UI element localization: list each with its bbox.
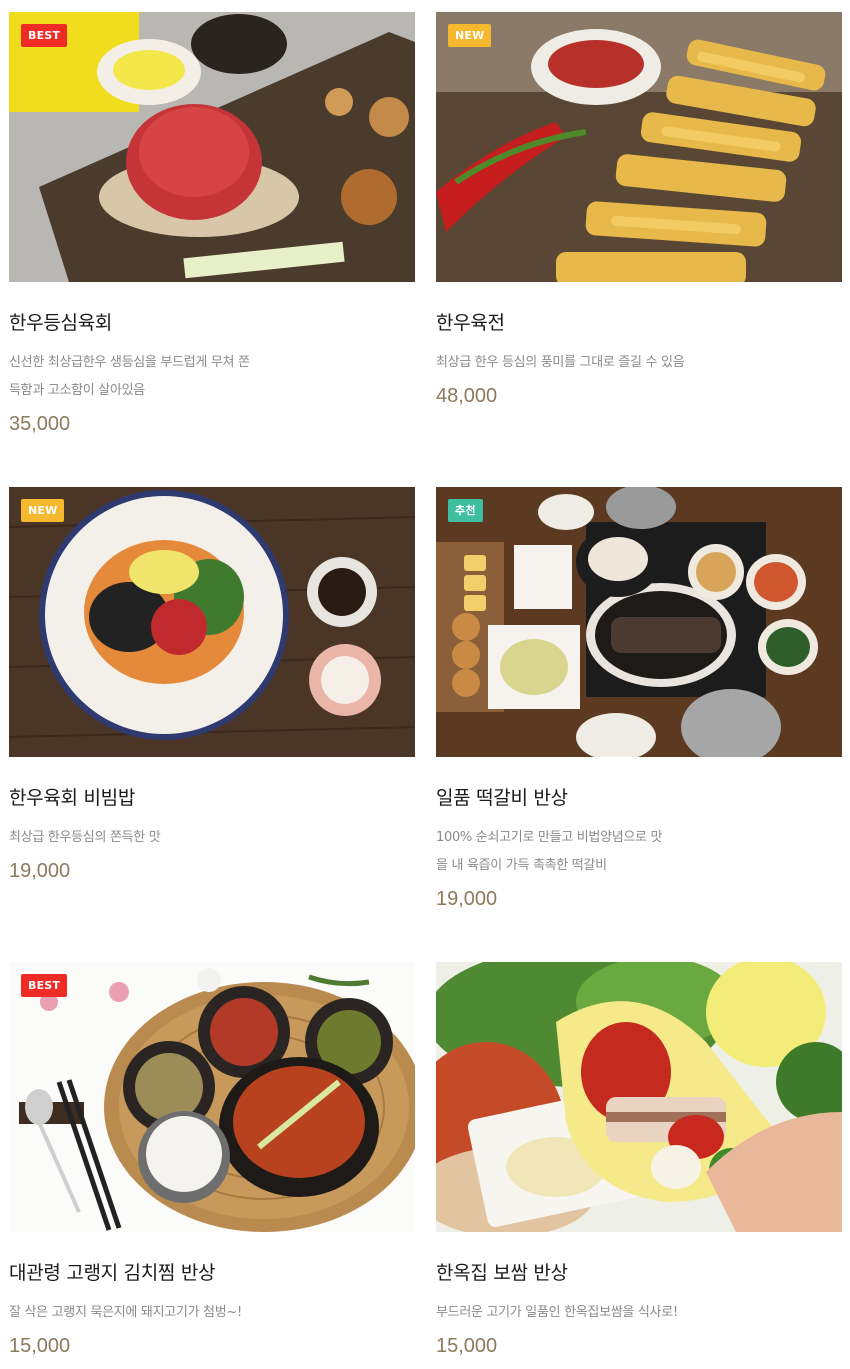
menu-description: 잘 삭은 고랭지 묵은지에 돼지고기가 첨벙~! — [9, 1299, 415, 1327]
yukjeon-food-image — [436, 12, 842, 282]
menu-photo[interactable]: NEW — [436, 12, 842, 282]
menu-description-line: 을 내 육즙이 가득 촉촉한 떡갈비 — [436, 858, 607, 873]
menu-title: 한옥집 보쌈 반상 — [436, 1262, 568, 1284]
menu-description-line: 최상급 한우 등심의 풍미를 그대로 즐길 수 있음 — [436, 355, 685, 370]
badge-new: NEW — [21, 499, 65, 522]
menu-description: 최상급 한우등심의 쫀득한 맛 — [9, 824, 415, 852]
menu-price: 15,000 — [9, 1335, 71, 1357]
bibimbap-food-image — [9, 487, 415, 757]
menu-title: 한우등심육회 — [9, 312, 113, 334]
menu-photo[interactable]: 추천 — [436, 487, 842, 757]
menu-title: 한우육회 비빔밥 — [9, 787, 136, 809]
menu-card-bossam[interactable]: 한옥집 보쌈 반상 부드러운 고기가 일품인 한옥집보쌈을 식사로! 15,00… — [436, 962, 842, 1358]
menu-card-bibimbap[interactable]: NEW 한우육회 비빔밥 최상급 한우등심의 쫀득한 맛 19,000 — [9, 487, 415, 883]
menu-price: 15,000 — [436, 1335, 498, 1357]
badge-recommend: 추천 — [448, 499, 483, 522]
menu-price: 19,000 — [436, 888, 498, 910]
kimchi-jjim-food-image — [9, 962, 415, 1232]
menu-photo[interactable]: NEW — [9, 487, 415, 757]
badge-best: BEST — [21, 974, 68, 997]
menu-description: 최상급 한우 등심의 풍미를 그대로 즐길 수 있음 — [436, 349, 842, 377]
menu-price: 48,000 — [436, 385, 498, 407]
tteokgalbi-food-image — [436, 487, 842, 757]
badge-new: NEW — [448, 24, 492, 47]
menu-photo[interactable]: BEST — [9, 12, 415, 282]
menu-photo[interactable]: BEST — [9, 962, 415, 1232]
badge-best: BEST — [21, 24, 68, 47]
bossam-food-image — [436, 962, 842, 1232]
menu-photo[interactable] — [436, 962, 842, 1232]
menu-description: 부드러운 고기가 일품인 한옥집보쌈을 식사로! — [436, 1299, 842, 1327]
menu-description-line: 최상급 한우등심의 쫀득한 맛 — [9, 830, 161, 845]
menu-price: 35,000 — [9, 413, 71, 435]
yukhoe-food-image — [9, 12, 415, 282]
menu-description-line: 100% 순쇠고기로 만들고 비법양념으로 맛 — [436, 830, 663, 845]
menu-title: 대관령 고랭지 김치찜 반상 — [9, 1262, 216, 1284]
menu-card-tteokgalbi[interactable]: 추천 일품 떡갈비 반상 100% 순쇠고기로 만들고 비법양념으로 맛 을 내… — [436, 487, 842, 911]
menu-title: 일품 떡갈비 반상 — [436, 787, 568, 809]
menu-description-line: 신선한 최상급한우 생등심을 부드럽게 무쳐 쫀 — [9, 355, 250, 370]
menu-card-yukhoe[interactable]: BEST 한우등심육회 신선한 최상급한우 생등심을 부드럽게 무쳐 쫀 득함과… — [9, 12, 415, 436]
menu-description-line: 득함과 고소함이 살아있음 — [9, 383, 145, 398]
menu-price: 19,000 — [9, 860, 71, 882]
menu-card-kimchi-jjim[interactable]: BEST 대관령 고랭지 김치찜 반상 잘 삭은 고랭지 묵은지에 돼지고기가 … — [9, 962, 415, 1358]
menu-description-line: 잘 삭은 고랭지 묵은지에 돼지고기가 첨벙~! — [9, 1305, 242, 1320]
menu-description: 100% 순쇠고기로 만들고 비법양념으로 맛 을 내 육즙이 가득 촉촉한 떡… — [436, 824, 842, 880]
menu-description: 신선한 최상급한우 생등심을 부드럽게 무쳐 쫀 득함과 고소함이 살아있음 — [9, 349, 415, 405]
menu-card-yukjeon[interactable]: NEW 한우육전 최상급 한우 등심의 풍미를 그대로 즐길 수 있음 48,0… — [436, 12, 842, 408]
menu-description-line: 부드러운 고기가 일품인 한옥집보쌈을 식사로! — [436, 1305, 678, 1320]
menu-title: 한우육전 — [436, 312, 505, 334]
